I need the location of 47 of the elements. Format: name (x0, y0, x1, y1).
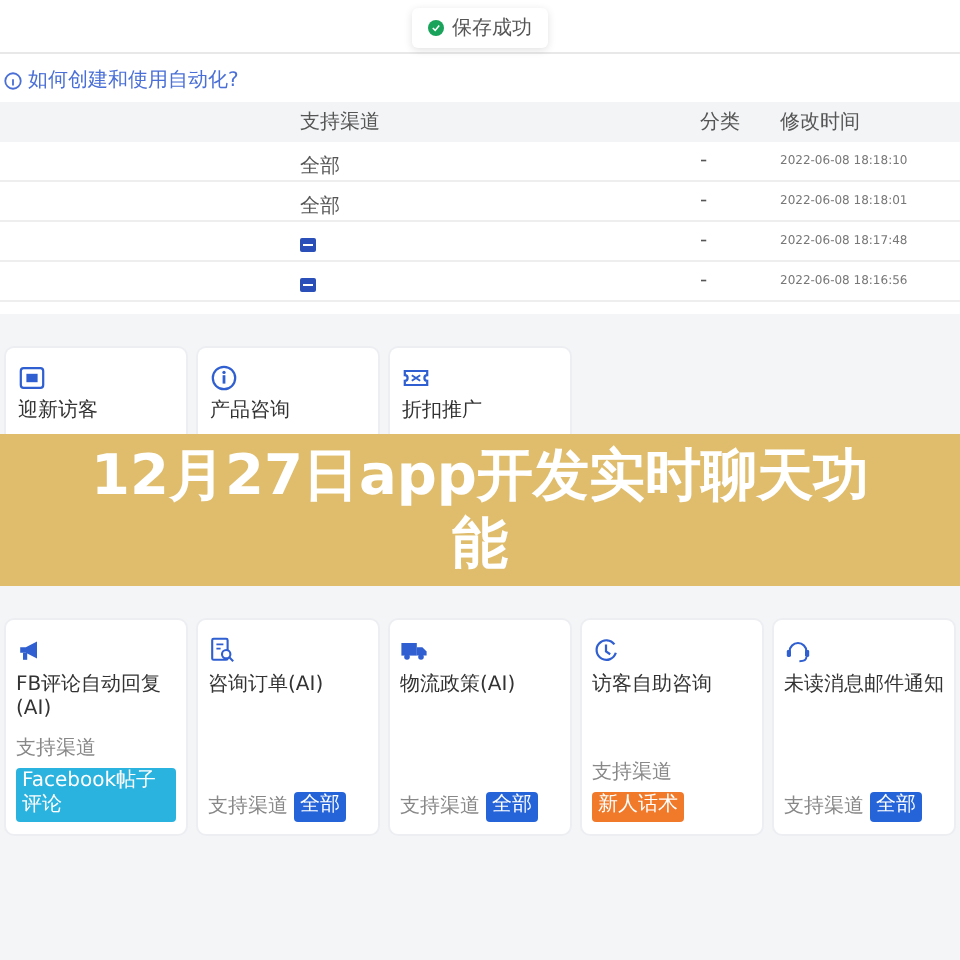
table-cell: 全部 (300, 156, 340, 178)
message-icon (300, 238, 316, 252)
channel-tag: 新人话术 (592, 792, 684, 821)
feature-card[interactable]: FB评论自动回复(AI) 支持渠道 Facebook帖子评论 (4, 617, 188, 835)
feature-card[interactable]: 访客自助咨询 支持渠道 新人话术 (580, 617, 764, 835)
card-title: FB评论自动回复(AI) (16, 673, 164, 723)
channel-label: 支持渠道 (208, 793, 288, 821)
feature-icon (208, 635, 236, 663)
channel-label: 支持渠道 (16, 735, 96, 761)
feature-icon (402, 364, 430, 392)
table-cell-text: - (700, 190, 710, 212)
feature-card[interactable]: 物流政策(AI) 支持渠道 全部 (388, 617, 572, 835)
title-banner: 12月27日app开发实时聊天功能 (0, 433, 960, 585)
feature-card[interactable]: 产品咨询 (196, 346, 380, 433)
table-cell-text: - (700, 230, 710, 252)
feature-icon (592, 635, 620, 663)
card-title: 迎新访客 (18, 400, 100, 425)
table-cell-text: - (700, 270, 710, 292)
feature-card[interactable]: 未读消息邮件通知 支持渠道 全部 (772, 617, 956, 835)
feature-card[interactable]: 折扣推广 (388, 346, 572, 433)
table-cell-text: - (700, 150, 710, 172)
info-icon (4, 71, 22, 89)
card-title: 访客自助咨询 (592, 673, 714, 698)
feature-card[interactable]: 咨询订单(AI) 支持渠道 全部 (196, 617, 380, 835)
feature-icon (210, 364, 238, 392)
channel-label: 支持渠道 (592, 759, 672, 786)
card-title: 折扣推广 (402, 400, 484, 425)
channel-label: 支持渠道 (400, 793, 480, 821)
column-header: 修改时间 (780, 109, 862, 136)
feature-card[interactable]: 迎新访客 (4, 346, 188, 433)
card-title: 物流政策(AI) (400, 673, 518, 698)
success-toast: 保存成功 (412, 8, 548, 48)
card-title: 产品咨询 (210, 400, 292, 425)
column-header: 分类 (700, 109, 742, 136)
channel-tag: Facebook帖子评论 (16, 767, 176, 821)
check-icon (428, 20, 444, 36)
card-title: 咨询订单(AI) (208, 673, 326, 698)
channel-tag: 全部 (294, 792, 346, 821)
channel-label: 支持渠道 (784, 793, 864, 821)
channel-tag: 全部 (870, 792, 922, 821)
card-title: 未读消息邮件通知 (784, 673, 944, 698)
help-link[interactable]: 如何创建和使用自动化? (28, 66, 239, 94)
feature-icon (18, 364, 46, 392)
table-cell: 全部 (300, 196, 340, 218)
column-header: 支持渠道 (300, 109, 382, 136)
message-icon (300, 278, 316, 292)
channel-tag: 全部 (486, 792, 538, 821)
